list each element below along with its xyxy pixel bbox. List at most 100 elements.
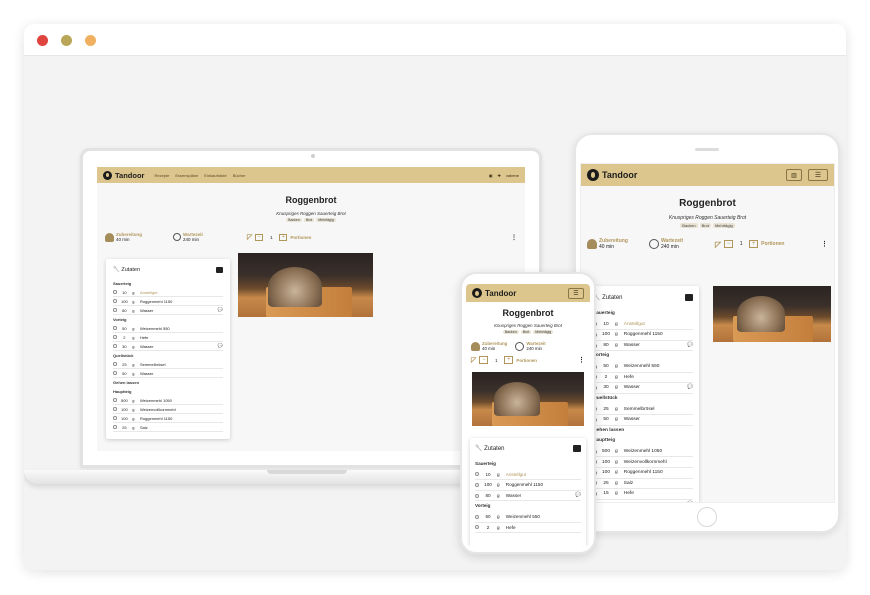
- ingredient-row[interactable]: 500 g Weizenmehl 1050: [593, 447, 693, 458]
- ingredient-row[interactable]: 15 g Hefe: [593, 489, 693, 500]
- more-menu-icon[interactable]: ⋮: [821, 240, 828, 248]
- ingredient-row[interactable]: 25 g Semmelbrösel: [113, 360, 223, 369]
- ingredient-amount: 80: [603, 343, 609, 349]
- brand[interactable]: Tandoor: [587, 169, 637, 181]
- servings-input[interactable]: 1: [266, 235, 276, 240]
- note-comment-icon[interactable]: 💬: [687, 343, 693, 348]
- keyword-badge[interactable]: Brot: [520, 330, 532, 334]
- ingredient-unit: g: [615, 343, 618, 349]
- ingredient-row[interactable]: 30 g Wasser 💬: [113, 342, 223, 351]
- servings-minus-button[interactable]: −: [255, 233, 264, 241]
- brand-name: Tandoor: [602, 170, 638, 180]
- keyword-badge[interactable]: Brot: [303, 218, 315, 222]
- brand[interactable]: Tandoor: [472, 288, 516, 298]
- tablet-grid-button[interactable]: ▥: [786, 169, 802, 181]
- note-comment-icon[interactable]: 💬: [218, 343, 223, 349]
- ingredient-row[interactable]: 100 g Roggenmehl 1150: [593, 330, 693, 341]
- more-menu-icon[interactable]: ⋮: [511, 234, 517, 241]
- ingredient-row[interactable]: 80 g Wasser 💬: [113, 306, 223, 315]
- nav-books[interactable]: Bücher: [233, 173, 246, 178]
- close-dot[interactable]: [37, 35, 48, 46]
- ingredient-food[interactable]: Anstellgut: [506, 472, 581, 477]
- add-icon[interactable]: ✚: [498, 173, 501, 178]
- inbox-icon[interactable]: ▣: [489, 173, 493, 178]
- ingredient-row[interactable]: 100 g Weizenvollkornmehl: [593, 457, 693, 468]
- ingredient-unit: g: [497, 514, 500, 520]
- brand[interactable]: Tandoor: [103, 170, 144, 180]
- prep-value: 40 min: [482, 346, 496, 351]
- ingredient-row[interactable]: 2 g Hefe: [475, 523, 581, 534]
- keyword-badge[interactable]: Mehrtägig: [533, 330, 554, 334]
- ingredient-row[interactable]: 100 g Roggenmehl 1150: [113, 414, 223, 423]
- ingredient-row[interactable]: 50 g Weizenmehl 550: [113, 324, 223, 333]
- ingredients-icon: 🥄: [113, 267, 120, 273]
- servings-minus-button[interactable]: −: [479, 356, 489, 364]
- ingredient-food[interactable]: Anstellgut: [140, 290, 223, 295]
- note-comment-icon[interactable]: 💬: [687, 502, 693, 503]
- ingredient-row[interactable]: 10 g Anstellgut: [475, 470, 581, 481]
- nav-shopping[interactable]: Einkaufsliste: [204, 173, 226, 178]
- ingredient-food[interactable]: Anstellgut: [624, 322, 693, 327]
- keyword-badge[interactable]: Backen: [502, 330, 519, 334]
- keyword-badge[interactable]: Backen: [680, 223, 698, 228]
- ingredient-row[interactable]: 80 g Wasser 💬: [475, 491, 581, 502]
- ingredient-row[interactable]: 25 g Salz: [593, 479, 693, 490]
- keyword-badge[interactable]: Mehrtägig: [712, 223, 735, 228]
- ingredient-amount: 15: [603, 491, 609, 497]
- ingredient-row[interactable]: 2 g Hefe: [113, 333, 223, 342]
- ingredient-row[interactable]: 30 g Wasser 💬: [593, 383, 693, 394]
- ingredient-row[interactable]: 50 g Weizenmehl 550: [593, 362, 693, 373]
- ingredient-row[interactable]: 50 g Wasser: [593, 415, 693, 426]
- ingredient-row[interactable]: 430gWasser💬: [593, 500, 693, 503]
- tablet-home-button[interactable]: [697, 507, 717, 527]
- ingredient-row[interactable]: 50 g Weizenmehl 550: [475, 512, 581, 523]
- servings-plus-button[interactable]: +: [279, 233, 288, 241]
- ingredient-row[interactable]: 10 g Anstellgut: [593, 320, 693, 331]
- more-menu-icon[interactable]: ⋮: [578, 356, 585, 364]
- ingredient-row[interactable]: 100 g Roggenmehl 1150: [113, 297, 223, 306]
- ingredient-row[interactable]: 100 g Roggenmehl 1150: [475, 480, 581, 491]
- ingredient-row[interactable]: 100 g Roggenmehl 1150: [593, 468, 693, 479]
- note-comment-icon[interactable]: 💬: [687, 385, 693, 390]
- ingredient-unit: g: [615, 374, 618, 380]
- window-titlebar: [24, 24, 846, 56]
- hamburger-menu-icon[interactable]: ☰: [808, 169, 828, 181]
- ingredient-row[interactable]: 2 g Hefe: [593, 373, 693, 384]
- servings-plus-button[interactable]: +: [749, 240, 759, 248]
- ingredient-unit: g: [132, 424, 135, 430]
- hamburger-menu-icon[interactable]: ☰: [568, 287, 584, 299]
- ingredient-amount: 500: [601, 449, 610, 455]
- note-comment-icon[interactable]: 💬: [218, 307, 223, 313]
- servings-plus-button[interactable]: +: [504, 356, 514, 364]
- ingredient-row[interactable]: 50 g Wasser: [113, 369, 223, 378]
- ingredient-amount: 25: [603, 406, 609, 412]
- ingredient-row[interactable]: 25 g Semmelbrösel: [593, 404, 693, 415]
- keyword-badge[interactable]: Brot: [699, 223, 711, 228]
- nav-mealplan[interactable]: Essenspläne: [175, 173, 198, 178]
- servings-minus-button[interactable]: −: [724, 240, 734, 248]
- ingredient-unit: g: [132, 415, 135, 421]
- ingredient-row[interactable]: 100 g Weizenvollkornmehl: [113, 405, 223, 414]
- ingredient-amount: 80: [122, 307, 127, 313]
- servings-input[interactable]: 1: [736, 241, 746, 247]
- servings-input[interactable]: 1: [491, 358, 501, 363]
- recipe-info-bar: Zubereitung 40 min Wartezeit 240 min ◸ − 1…: [581, 238, 834, 250]
- note-comment-icon[interactable]: 💬: [575, 493, 581, 498]
- ingredient-row[interactable]: 25 g Salz: [113, 423, 223, 432]
- minimize-dot[interactable]: [61, 35, 72, 46]
- nav-recipes[interactable]: Rezepte: [154, 173, 169, 178]
- ingredient-amount: 2: [604, 374, 608, 380]
- maximize-dot[interactable]: [85, 35, 96, 46]
- wait-value: 240 min: [661, 244, 679, 250]
- cart-icon[interactable]: [685, 294, 693, 301]
- keyword-badge[interactable]: Mehrtägig: [316, 218, 336, 222]
- keyword-badge[interactable]: Backen: [286, 218, 302, 222]
- user-menu[interactable]: vabene: [506, 173, 519, 178]
- ingredient-amount: 30: [122, 343, 127, 349]
- cart-icon[interactable]: [216, 267, 223, 273]
- ingredient-row[interactable]: 80 g Wasser 💬: [593, 341, 693, 352]
- servings-label: Portionen: [516, 357, 537, 363]
- cart-icon[interactable]: [573, 445, 581, 452]
- ingredient-row[interactable]: 500 g Weizenmehl 1050: [113, 396, 223, 405]
- ingredient-row[interactable]: 10 g Anstellgut: [113, 288, 223, 297]
